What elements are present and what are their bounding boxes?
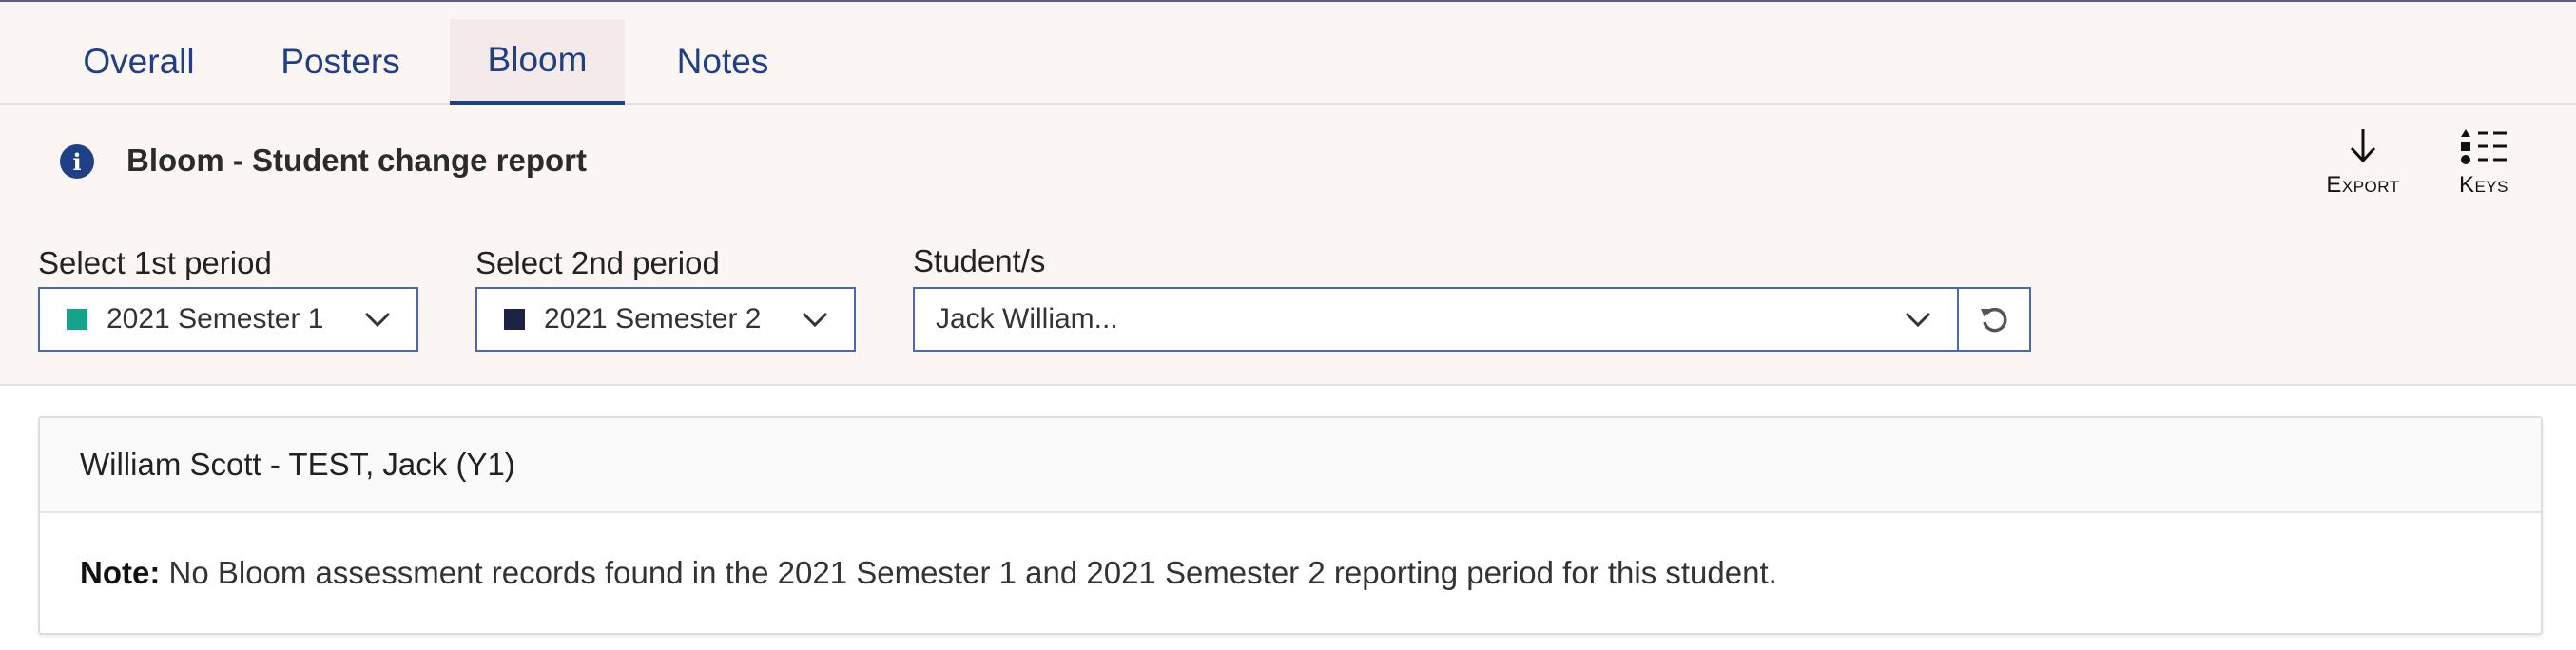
period2-label: Select 2nd period <box>475 245 720 280</box>
export-label: Export <box>2326 172 2400 198</box>
download-arrow-icon <box>2350 129 2376 163</box>
tab-posters[interactable]: Posters <box>249 19 432 105</box>
tab-bar: Overall Posters Bloom Notes <box>0 2 2576 105</box>
tab-bloom-label: Bloom <box>487 40 588 79</box>
note-message: Note: No Bloom assessment records found … <box>40 513 2541 591</box>
note-text: No Bloom assessment records found in the… <box>160 555 1777 590</box>
tab-notes[interactable]: Notes <box>643 19 803 105</box>
chevron-down-icon <box>364 312 391 328</box>
students-value: Jack William... <box>936 303 1118 335</box>
chevron-down-icon <box>802 312 828 328</box>
page-title: Bloom - Student change report <box>126 143 588 178</box>
tab-overall[interactable]: Overall <box>46 19 232 105</box>
period1-color-swatch <box>67 309 87 330</box>
legend-list-icon <box>2461 129 2507 164</box>
export-button[interactable]: Export <box>2320 125 2406 199</box>
tab-overall-label: Overall <box>83 42 195 81</box>
info-icon[interactable]: i <box>60 144 94 179</box>
tab-bloom[interactable]: Bloom <box>450 19 625 105</box>
tab-posters-label: Posters <box>281 42 400 81</box>
period1-label: Select 1st period <box>38 245 272 280</box>
period2-color-swatch <box>504 309 525 330</box>
keys-label: Keys <box>2458 172 2509 198</box>
keys-button[interactable]: Keys <box>2450 125 2518 199</box>
report-panel: i Bloom - Student change report Export K… <box>0 105 2576 386</box>
tab-notes-label: Notes <box>676 42 769 81</box>
note-label: Note: <box>80 555 161 590</box>
students-select[interactable]: Jack William... <box>913 287 1959 352</box>
period2-value: 2021 Semester 2 <box>544 303 762 335</box>
student-name-header: William Scott - TEST, Jack (Y1) <box>40 418 2541 513</box>
chevron-down-icon <box>1905 312 1931 328</box>
refresh-icon <box>1981 307 2007 333</box>
student-card: William Scott - TEST, Jack (Y1) Note: No… <box>38 416 2543 635</box>
period1-select[interactable]: 2021 Semester 1 <box>38 287 418 352</box>
period2-select[interactable]: 2021 Semester 2 <box>475 287 856 352</box>
reset-button[interactable] <box>1957 287 2031 352</box>
students-label: Student/s <box>913 243 1046 278</box>
period1-value: 2021 Semester 1 <box>107 303 324 335</box>
